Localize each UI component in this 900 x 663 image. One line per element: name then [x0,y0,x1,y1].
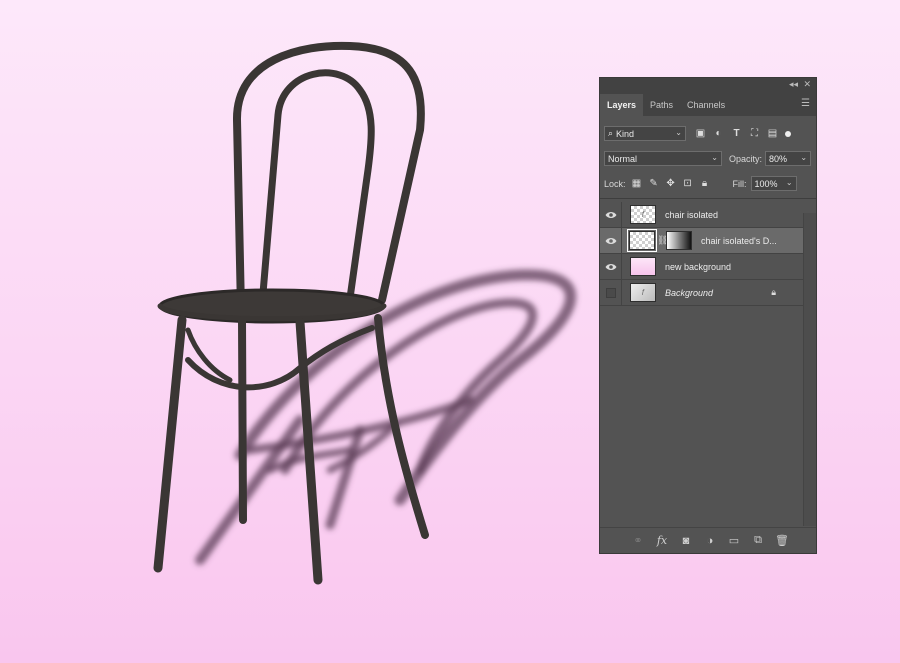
layer-thumbnail[interactable] [627,229,657,252]
chevron-down-icon: ⌄ [800,153,808,162]
panel-menu-icon[interactable]: ☰ [801,98,810,109]
folder-icon[interactable]: ▭ [722,532,746,550]
visibility-toggle[interactable] [600,253,622,280]
lock-position-icon[interactable]: ✥ [665,178,677,190]
eye-icon [605,237,616,244]
shape-filter-icon[interactable]: ⛶ [748,127,761,140]
opacity-label: Opacity: [729,153,763,164]
layers-list: 𝑓 chair isolated ⛓ chair isolated's D...… [600,201,804,306]
lock-all-icon[interactable]: 🔒︎ [699,178,711,190]
lock-icon: 🔒︎ [771,287,776,297]
chevron-down-icon: ⌄ [675,128,682,137]
kind-label: Kind [616,128,635,139]
eye-icon [605,211,616,218]
visibility-toggle[interactable] [600,201,622,228]
layer-name[interactable]: chair isolated's D... [701,236,777,246]
filter-row: ⌕ Kind ⌄ ▣ ◐ T ⛶ ▤ [600,121,816,146]
panel-footer: ⚭ fx ◙ ◑ ▭ ⧉ 🗑︎ [600,527,816,553]
close-icon[interactable]: ✕ [803,79,811,90]
opacity-value: 80% [769,153,788,164]
chevron-down-icon: ⌄ [785,178,793,187]
visibility-toggle[interactable] [600,279,622,306]
add-mask-icon[interactable]: ◙ [674,532,698,550]
filter-toggle[interactable] [785,130,791,137]
kind-filter-select[interactable]: ⌕ Kind ⌄ [604,126,686,141]
new-layer-icon[interactable]: ⧉ [746,532,770,550]
layer-row-new-background[interactable]: new background [600,253,804,280]
layer-name[interactable]: new background [665,262,731,272]
layer-thumbnail [630,257,656,276]
layer-mask-thumbnail[interactable] [666,231,692,250]
blend-mode-value: Normal [608,153,638,164]
blend-mode-select[interactable]: Normal ⌄ [604,151,722,166]
panel-tabs: Layers Paths Channels ☰ [600,92,816,116]
layer-thumbnail: 𝑓 [630,205,656,224]
tab-layers[interactable]: Layers [600,94,644,116]
layer-row-chair-isolated[interactable]: 𝑓 chair isolated [600,201,804,228]
opacity-input[interactable]: 80% ⌄ [765,151,812,166]
hidden-visibility-box [605,287,616,298]
link-layers-icon[interactable]: ⚭ [626,532,650,550]
divider [600,198,816,199]
chevron-down-icon: ⌄ [711,153,718,162]
smart-object-filter-icon[interactable]: ▤ [766,127,779,140]
lock-pixels-icon[interactable]: ✎ [648,178,660,190]
pixel-filter-icon[interactable]: ▣ [694,127,707,140]
fill-input[interactable]: 100% ⌄ [750,176,797,191]
artboard-nesting-icon[interactable]: ⊡ [682,178,694,190]
tab-channels[interactable]: Channels [680,94,732,116]
double-chevron-right-icon[interactable]: ◂◂ [789,79,798,90]
lock-transparent-icon[interactable]: ▦ [631,178,643,190]
layer-thumbnail: 𝑓 [630,283,656,302]
type-filter-icon[interactable]: T [730,127,743,140]
lock-row: Lock: ▦ ✎ ✥ ⊡ 🔒︎ Fill: 100% ⌄ [600,171,816,196]
fx-icon[interactable]: fx [650,532,674,550]
fill-label: Fill: [732,178,747,189]
layer-name[interactable]: Background [665,288,713,298]
layer-row-background[interactable]: 𝑓 Background 🔒︎ [600,279,804,306]
lock-label: Lock: [604,178,626,189]
chain-link-icon[interactable]: ⛓ [657,235,668,246]
panel-titlebar: ◂◂ ✕ [600,78,816,92]
adjustment-filter-icon[interactable]: ◐ [712,127,725,140]
adjustment-layer-icon[interactable]: ◑ [698,532,722,550]
visibility-toggle[interactable] [600,227,622,254]
trash-icon[interactable]: 🗑︎ [770,532,794,550]
layers-panel: ◂◂ ✕ Layers Paths Channels ☰ ⌕ Kind ⌄ ▣ … [599,77,817,554]
blend-row: Normal ⌄ Opacity: 80% ⌄ [600,146,816,171]
fill-value: 100% [754,178,778,189]
layer-name[interactable]: chair isolated [665,210,718,220]
tab-paths[interactable]: Paths [643,94,680,116]
layer-row-chair-shadow[interactable]: ⛓ chair isolated's D... [600,227,804,254]
search-icon: ⌕ [608,128,614,138]
layers-scrollbar[interactable] [803,213,816,526]
eye-icon [605,263,616,270]
